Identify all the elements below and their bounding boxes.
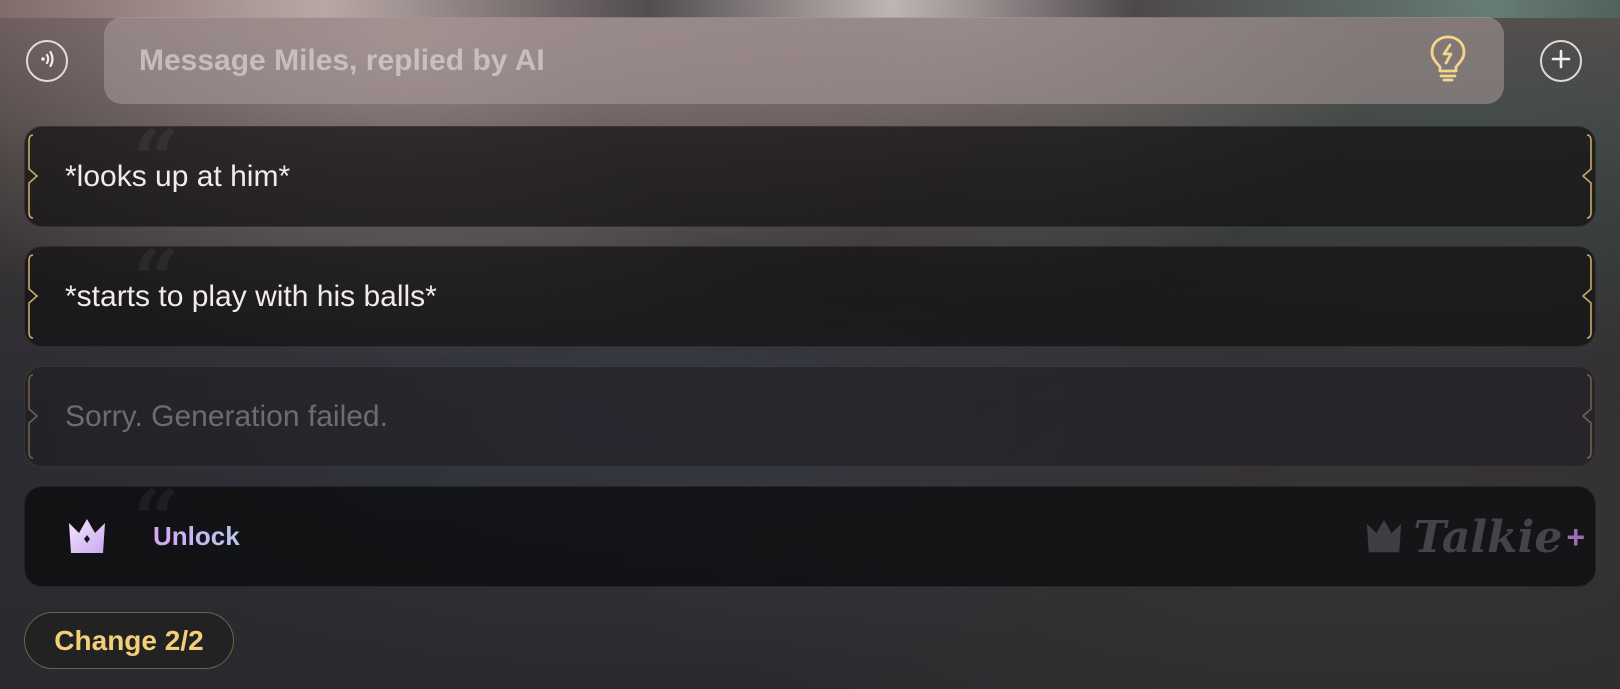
bracket-left-icon bbox=[28, 254, 39, 339]
message-input-bar bbox=[104, 17, 1504, 104]
reply-option-text: *looks up at him* bbox=[65, 159, 291, 193]
lightbulb-bolt-icon bbox=[1428, 34, 1468, 87]
add-button[interactable] bbox=[1540, 40, 1582, 82]
bracket-right-icon bbox=[1581, 254, 1592, 339]
reply-option[interactable]: “ *starts to play with his balls* bbox=[24, 239, 1596, 347]
reply-option-text: *starts to play with his balls* bbox=[65, 279, 437, 313]
voice-button[interactable] bbox=[26, 40, 68, 82]
bracket-right-icon bbox=[1581, 134, 1592, 219]
bracket-left-icon bbox=[28, 134, 39, 219]
plus-circle-icon bbox=[1550, 48, 1572, 75]
voice-wave-icon bbox=[35, 47, 59, 76]
crown-watermark-icon bbox=[1367, 519, 1402, 553]
unlock-card[interactable]: “ Unlock Talkie + bbox=[24, 479, 1596, 587]
generation-failed-text: Sorry. Generation failed. bbox=[65, 399, 388, 433]
reply-option[interactable]: “ *looks up at him* bbox=[24, 119, 1596, 227]
crown-icon bbox=[65, 515, 109, 559]
reply-option-failed: Sorry. Generation failed. bbox=[24, 366, 1596, 467]
hint-button[interactable] bbox=[1426, 34, 1470, 87]
unlock-label: Unlock bbox=[153, 487, 240, 586]
message-input[interactable] bbox=[137, 42, 1426, 79]
change-button[interactable]: Change 2/2 bbox=[24, 612, 234, 669]
background-image bbox=[0, 0, 1620, 18]
bracket-left-icon bbox=[28, 374, 39, 459]
brand-suffix: + bbox=[1566, 518, 1585, 555]
talkie-plus-logo: Talkie + bbox=[1363, 509, 1585, 565]
brand-name: Talkie bbox=[1413, 511, 1563, 563]
bracket-right-icon bbox=[1581, 374, 1592, 459]
